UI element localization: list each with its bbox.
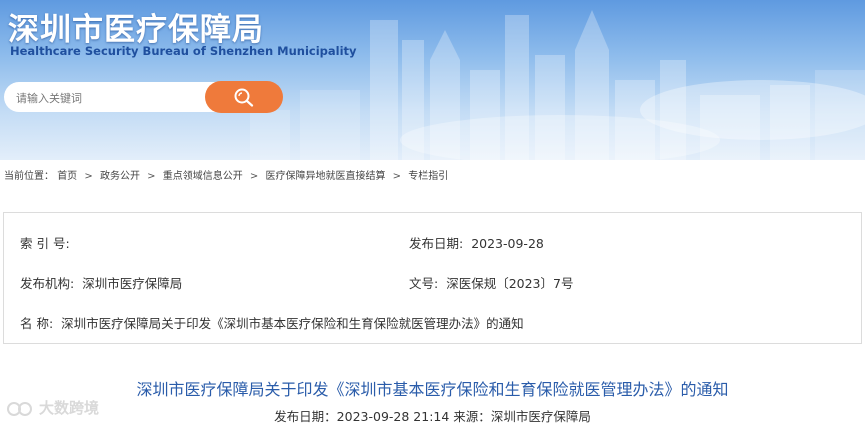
breadcrumb-item-home[interactable]: 首页 xyxy=(57,167,77,182)
document-name-row: 名 称: 深圳市医疗保障局关于印发《深圳市基本医疗保险和生育保险就医管理办法》的… xyxy=(20,313,524,332)
document-info-box: 索 引 号: 发布日期: 2023-09-28 发布机构: 深圳市医疗保障局 文… xyxy=(3,212,862,344)
site-title: 深圳市医疗保障局 xyxy=(8,12,264,48)
search-input[interactable] xyxy=(14,82,218,114)
search-icon xyxy=(234,88,254,107)
index-number-row: 索 引 号: xyxy=(20,233,78,252)
article-source-label: 来源： xyxy=(453,409,491,424)
publish-date-label: 发布日期: xyxy=(409,236,464,251)
search-box xyxy=(4,82,234,114)
breadcrumb-item-column-guide[interactable]: 专栏指引 xyxy=(408,167,448,182)
breadcrumb-item-cross-region-settlement[interactable]: 医疗保障异地就医直接结算 xyxy=(265,167,385,182)
site-subtitle: Healthcare Security Bureau of Shenzhen M… xyxy=(10,44,357,58)
breadcrumb-separator: > xyxy=(84,171,93,182)
publish-date-row: 发布日期: 2023-09-28 xyxy=(409,233,544,252)
publish-date-value: 2023-09-28 xyxy=(471,236,544,251)
breadcrumb-separator: > xyxy=(249,171,259,182)
document-number-row: 文号: 深医保规〔2023〕7号 xyxy=(409,273,573,292)
watermark-logo-icon xyxy=(7,401,32,416)
publishing-org-row: 发布机构: 深圳市医疗保障局 xyxy=(20,273,182,292)
breadcrumb-item-open-government[interactable]: 政务公开 xyxy=(100,167,140,182)
watermark-text: 大数跨境 xyxy=(39,399,100,417)
breadcrumb: 当前位置： 首页 > 政务公开 > 重点领域信息公开 > 医疗保障异地就医直接结… xyxy=(4,167,448,182)
document-number-label: 文号: xyxy=(409,276,439,291)
header-banner: 深圳市医疗保障局 Healthcare Security Bureau of S… xyxy=(0,0,865,160)
breadcrumb-separator: > xyxy=(392,171,402,182)
document-number-value: 深医保规〔2023〕7号 xyxy=(446,276,574,291)
search-button[interactable] xyxy=(205,81,283,113)
breadcrumb-prefix: 当前位置： xyxy=(4,171,54,182)
article-date-value: 2023-09-28 21:14 xyxy=(336,409,450,424)
article-meta: 发布日期：2023-09-28 21:14 来源：深圳市医疗保障局 xyxy=(0,406,865,425)
document-name-label: 名 称: xyxy=(20,316,54,331)
publishing-org-label: 发布机构: xyxy=(20,276,75,291)
watermark: 大数跨境 xyxy=(6,397,99,418)
article-source-value: 深圳市医疗保障局 xyxy=(490,409,591,424)
breadcrumb-item-key-areas[interactable]: 重点领域信息公开 xyxy=(163,167,243,182)
publishing-org-value: 深圳市医疗保障局 xyxy=(82,276,183,291)
breadcrumb-separator: > xyxy=(147,171,156,182)
document-name-value: 深圳市医疗保障局关于印发《深圳市基本医疗保险和生育保险就医管理办法》的通知 xyxy=(61,316,524,331)
article-title: 深圳市医疗保障局关于印发《深圳市基本医疗保险和生育保险就医管理办法》的通知 xyxy=(136,380,729,399)
article-date-label: 发布日期： xyxy=(274,409,337,424)
index-number-label: 索 引 号: xyxy=(20,236,70,251)
